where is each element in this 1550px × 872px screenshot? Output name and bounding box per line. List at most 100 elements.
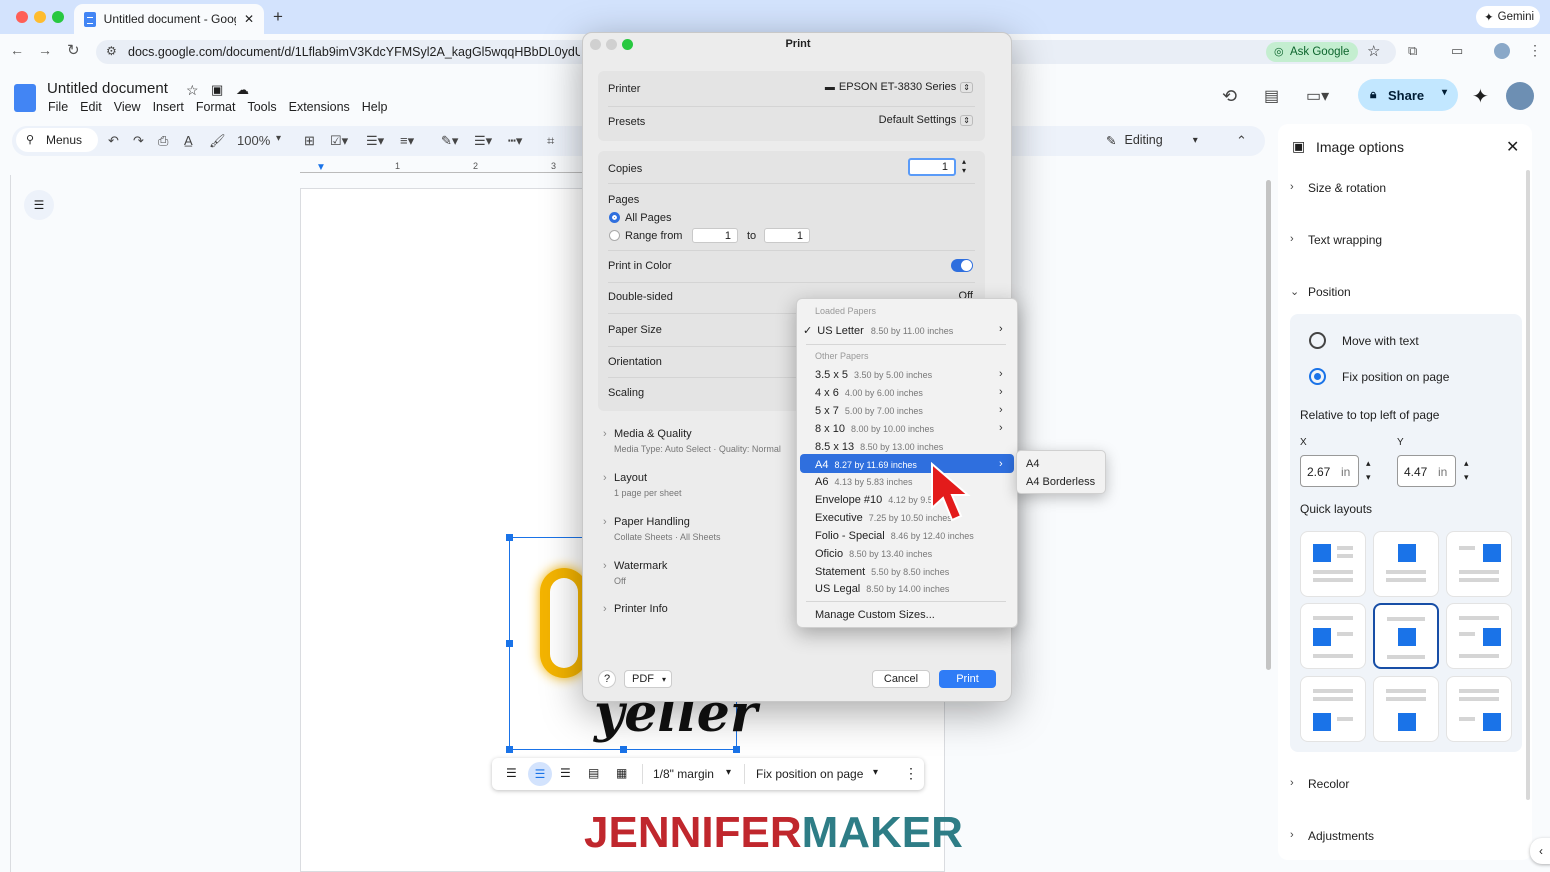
back-icon[interactable]: ← (10, 42, 24, 58)
resize-handle[interactable] (506, 640, 513, 647)
margin-select[interactable]: 1/8" margin (653, 767, 714, 781)
version-history-icon[interactable]: ⟲ (1222, 86, 1237, 107)
browser-menu-icon[interactable]: ⋮ (1528, 42, 1542, 59)
meet-icon[interactable]: ▭▾ (1306, 86, 1329, 106)
in-front-text-icon[interactable]: ▦ (616, 766, 627, 780)
y-stepper-icon[interactable]: ▴ ▾ (1464, 456, 1469, 484)
paper-item-8-x-10[interactable]: 8 x 10 8.00 by 10.00 inches (815, 423, 934, 435)
range-radio[interactable] (609, 230, 620, 241)
spellcheck-icon[interactable]: A̲ (184, 133, 193, 148)
gemini-sparkle-icon[interactable]: ✦ (1472, 84, 1489, 109)
y-input[interactable]: 4.47 in (1397, 455, 1456, 487)
printer-select[interactable]: ▬ EPSON ET-3830 Series ⇕ (825, 81, 973, 93)
paper-item-us-letter[interactable]: ✓ US Letter 8.50 by 11.00 inches (803, 324, 953, 337)
share-dropdown-icon[interactable]: ▾ (1442, 87, 1447, 98)
menu-edit[interactable]: Edit (80, 100, 102, 114)
bookmark-star-icon[interactable]: ☆ (1367, 42, 1380, 60)
wrap-inline-icon[interactable]: ☰ (506, 766, 517, 780)
position-select[interactable]: Fix position on page (756, 767, 863, 781)
zoom-chevron-icon[interactable]: ▾ (276, 133, 281, 144)
quick-layout-bottom-left[interactable] (1300, 676, 1366, 742)
menu-help[interactable]: Help (362, 100, 388, 114)
paper-item-envelope-10[interactable]: Envelope #10 4.12 by 9.5 (815, 494, 933, 506)
add-comment-icon[interactable]: ⊞ (304, 133, 315, 149)
zoom-select[interactable]: 100% (237, 133, 270, 148)
minimize-window-icon[interactable] (34, 11, 46, 23)
position-chevron-icon[interactable]: ▾ (873, 767, 878, 778)
comments-icon[interactable]: ▤ (1264, 86, 1279, 106)
star-icon[interactable]: ☆ (186, 82, 199, 99)
paper-item-3-5-x-5[interactable]: 3.5 x 5 3.50 by 5.00 inches (815, 369, 932, 381)
dialog-close-icon[interactable] (590, 39, 601, 50)
presets-select[interactable]: Default Settings ⇕ (879, 114, 973, 126)
dialog-zoom-icon[interactable] (622, 39, 633, 50)
paper-item-a6[interactable]: A6 4.13 by 5.83 inches (815, 476, 913, 488)
menu-tools[interactable]: Tools (247, 100, 276, 114)
paper-item-8-5-x-13[interactable]: 8.5 x 13 8.50 by 13.00 inches (815, 441, 943, 453)
resize-handle[interactable] (506, 746, 513, 753)
resize-handle[interactable] (620, 746, 627, 753)
redo-icon[interactable]: ↷ (133, 133, 144, 149)
move-folder-icon[interactable]: ▣ (211, 82, 223, 98)
editing-mode-select[interactable]: ✎ Editing ▾ (1106, 128, 1208, 152)
new-tab-button[interactable]: + (273, 7, 283, 27)
panel-scrollbar[interactable] (1526, 170, 1530, 800)
menus-search[interactable]: ⚲ Menus (16, 128, 98, 152)
paper-item-us-legal[interactable]: US Legal 8.50 by 14.00 inches (815, 583, 949, 595)
help-button[interactable]: ? (598, 670, 616, 688)
bullet-list-icon[interactable]: ☰▾ (366, 133, 384, 149)
document-title[interactable]: Untitled document (47, 80, 168, 97)
quick-layout-middle-right[interactable] (1446, 603, 1512, 669)
pdf-menu-button[interactable]: PDF ▾ (624, 670, 672, 688)
profile-avatar[interactable] (1494, 43, 1510, 59)
border-dash-icon[interactable]: ┅▾ (508, 133, 522, 149)
print-button[interactable]: Print (939, 670, 996, 688)
resize-handle[interactable] (733, 746, 740, 753)
paper-item-a4[interactable]: A4 8.27 by 11.69 inches (815, 459, 917, 471)
submenu-a4-borderless[interactable]: A4 Borderless (1026, 476, 1095, 488)
user-avatar[interactable] (1506, 82, 1534, 110)
menu-format[interactable]: Format (196, 100, 236, 114)
paper-item-4-x-6[interactable]: 4 x 6 4.00 by 6.00 inches (815, 387, 923, 399)
paper-item-5-x-7[interactable]: 5 x 7 5.00 by 7.00 inches (815, 405, 923, 417)
range-start-input[interactable]: 1 (692, 228, 738, 243)
text-wrapping-section[interactable]: › Text wrapping (1290, 233, 1382, 247)
submenu-a4[interactable]: A4 (1026, 458, 1039, 470)
close-window-icon[interactable] (16, 11, 28, 23)
reload-icon[interactable]: ↻ (67, 41, 80, 59)
quick-layout-middle-left[interactable] (1300, 603, 1366, 669)
copies-stepper-icon[interactable]: ▴ ▾ (962, 157, 966, 175)
browser-tab[interactable]: Untitled document - Google D ✕ (74, 4, 264, 34)
manage-custom-sizes[interactable]: Manage Custom Sizes... (815, 609, 935, 621)
dialog-minimize-icon[interactable] (606, 39, 617, 50)
wrap-text-icon[interactable]: ☰ (528, 762, 552, 786)
extensions-icon[interactable]: ⧉ (1408, 43, 1417, 59)
ask-google-button[interactable]: ◎ Ask Google (1266, 42, 1358, 62)
document-outline-icon[interactable]: ☰ (24, 190, 54, 220)
numbered-list-icon[interactable]: ≡▾ (400, 133, 414, 149)
page-scrollbar[interactable] (1266, 180, 1271, 670)
menu-insert[interactable]: Insert (153, 100, 184, 114)
undo-icon[interactable]: ↶ (108, 133, 119, 149)
quick-layout-bottom-center[interactable] (1373, 676, 1439, 742)
share-button[interactable]: 🔒︎ Share ▾ (1358, 79, 1458, 111)
fix-position-radio[interactable] (1309, 368, 1326, 385)
copies-input[interactable]: 1 (908, 158, 956, 176)
more-options-icon[interactable]: ⋮ (904, 765, 918, 782)
paper-item-folio-special[interactable]: Folio - Special 8.46 by 12.40 inches (815, 530, 974, 542)
menu-view[interactable]: View (114, 100, 141, 114)
adjustments-section[interactable]: › Adjustments (1290, 829, 1374, 843)
quick-layout-bottom-right[interactable] (1446, 676, 1512, 742)
paint-format-icon[interactable]: 🖌︎ (209, 133, 226, 149)
x-input[interactable]: 2.67 in (1300, 455, 1359, 487)
checklist-icon[interactable]: ☑▾ (330, 133, 348, 149)
resize-handle[interactable] (506, 534, 513, 541)
maximize-window-icon[interactable] (52, 11, 64, 23)
forward-icon[interactable]: → (38, 42, 52, 58)
quick-layout-top-right[interactable] (1446, 531, 1512, 597)
quick-layout-top-left[interactable] (1300, 531, 1366, 597)
border-weight-icon[interactable]: ☰▾ (474, 133, 492, 149)
position-section[interactable]: ⌄ Position (1290, 285, 1351, 299)
margin-chevron-icon[interactable]: ▾ (726, 767, 731, 778)
x-stepper-icon[interactable]: ▴ ▾ (1366, 456, 1371, 484)
